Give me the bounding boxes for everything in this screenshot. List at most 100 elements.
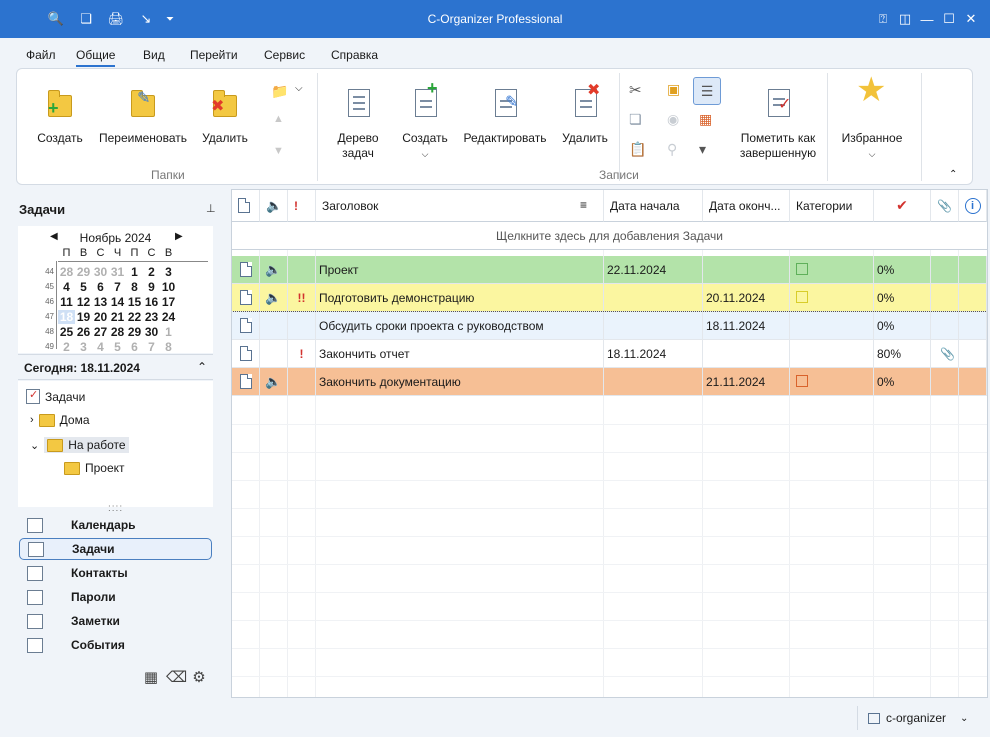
- trash-icon[interactable]: ⌫: [166, 668, 187, 686]
- calendar-day[interactable]: 7: [109, 280, 126, 294]
- copy-icon[interactable]: ❏: [629, 111, 647, 129]
- table-row[interactable]: 🔈 Закончить документацию 21.11.2024 0%: [232, 368, 987, 396]
- table-row[interactable]: ! Закончить отчет 18.11.2024 80% 📎: [232, 340, 987, 368]
- categories-icon[interactable]: ▦: [699, 111, 717, 129]
- calendar-day[interactable]: 16: [143, 295, 160, 309]
- col-info[interactable]: i: [959, 190, 987, 222]
- menu-go[interactable]: Перейти: [190, 48, 238, 62]
- calendar-day[interactable]: 31: [109, 265, 126, 279]
- gear-icon[interactable]: ⚙: [190, 668, 208, 686]
- add-task-row[interactable]: Щелкните здесь для добавления Задачи: [232, 222, 987, 250]
- col-title[interactable]: Заголовок ≡: [316, 190, 604, 222]
- tree-item-work[interactable]: ⌄ На работе: [30, 437, 129, 453]
- menu-service[interactable]: Сервис: [264, 48, 305, 62]
- calendar-day[interactable]: 29: [126, 325, 143, 339]
- calendar-day[interactable]: 14: [109, 295, 126, 309]
- calendar-day[interactable]: 11: [58, 295, 75, 309]
- menu-file[interactable]: Файл: [26, 48, 56, 62]
- filter-icon[interactable]: ≡: [580, 198, 587, 212]
- filter-icon[interactable]: ▾: [699, 141, 717, 159]
- chevron-down-icon[interactable]: ⌵: [295, 83, 313, 101]
- note-icon[interactable]: ▣: [667, 81, 685, 99]
- menu-general[interactable]: Общие: [76, 48, 116, 67]
- nav-events[interactable]: События: [19, 634, 212, 656]
- calendar-day[interactable]: 12: [75, 295, 92, 309]
- nav-passwords[interactable]: Пароли: [19, 586, 212, 608]
- calendar-day[interactable]: 4: [92, 340, 109, 354]
- tree-item-tasks[interactable]: Задачи: [26, 388, 85, 404]
- calendar-day[interactable]: 30: [143, 325, 160, 339]
- col-start-date[interactable]: Дата начала: [604, 190, 703, 222]
- maximize-icon[interactable]: ☐: [938, 9, 960, 29]
- col-priority[interactable]: !: [288, 190, 316, 222]
- calendar-day[interactable]: 2: [58, 340, 75, 354]
- account-selector[interactable]: c-organizer ⌄: [857, 706, 977, 730]
- today-bar[interactable]: Сегодня: 18.11.2024 ⌃: [18, 354, 213, 380]
- calendar-day[interactable]: 17: [160, 295, 177, 309]
- close-icon[interactable]: ✕: [960, 9, 982, 29]
- mark-complete-button[interactable]: ✓ Пометить как завершенную: [733, 79, 823, 161]
- collapse-icon[interactable]: ⌃: [197, 360, 207, 374]
- nav-tasks[interactable]: Задачи: [19, 538, 212, 560]
- calendar-day[interactable]: 20: [92, 310, 109, 324]
- collapse-ribbon-icon[interactable]: ⌃: [949, 169, 967, 187]
- calendar-day[interactable]: 1: [126, 265, 143, 279]
- calendar-day[interactable]: 21: [109, 310, 126, 324]
- calendar-day[interactable]: 18: [58, 310, 75, 324]
- calendar-day[interactable]: 29: [75, 265, 92, 279]
- create-task-button[interactable]: + Создать ⌵: [397, 79, 453, 162]
- calendar-day[interactable]: 30: [92, 265, 109, 279]
- folder-options-icon[interactable]: 📁: [271, 83, 289, 101]
- cut-icon[interactable]: ✂: [629, 81, 647, 99]
- col-attachment[interactable]: 📎: [931, 190, 959, 222]
- calendar-day[interactable]: 6: [92, 280, 109, 294]
- calendar-day[interactable]: 5: [109, 340, 126, 354]
- calendar-day[interactable]: 22: [126, 310, 143, 324]
- calendar-day[interactable]: 26: [75, 325, 92, 339]
- table-row[interactable]: 🔈!! Подготовить демонстрацию 20.11.2024 0%: [232, 284, 987, 312]
- calendar-day[interactable]: 4: [58, 280, 75, 294]
- calendar-day[interactable]: 5: [75, 280, 92, 294]
- calendar-day[interactable]: 10: [160, 280, 177, 294]
- calendar-day[interactable]: 3: [75, 340, 92, 354]
- calendar-day[interactable]: 27: [92, 325, 109, 339]
- checklist-icon[interactable]: ☰: [693, 77, 721, 105]
- calendar-day[interactable]: 23: [143, 310, 160, 324]
- col-complete[interactable]: ✔: [874, 190, 931, 222]
- help-icon[interactable]: ⍰: [872, 9, 894, 29]
- nav-calendar[interactable]: Календарь: [19, 514, 212, 536]
- task-tree-button[interactable]: Дерево задач: [331, 79, 385, 161]
- calendar-day[interactable]: 8: [160, 340, 177, 354]
- calendar-settings-icon[interactable]: ▦: [142, 668, 160, 686]
- calendar-day[interactable]: 1: [160, 325, 177, 339]
- calendar-day[interactable]: 28: [58, 265, 75, 279]
- tree-item-project[interactable]: Проект: [64, 461, 125, 475]
- rename-folder-button[interactable]: ✎ Переименовать: [95, 79, 191, 146]
- col-reminder[interactable]: 🔈: [260, 190, 288, 222]
- nav-notes[interactable]: Заметки: [19, 610, 212, 632]
- splitter-grip[interactable]: ::::: [108, 503, 123, 514]
- chevron-right-icon[interactable]: ›: [30, 414, 34, 426]
- menu-help[interactable]: Справка: [331, 48, 378, 62]
- next-month-icon[interactable]: ▶: [175, 231, 183, 242]
- col-categories[interactable]: Категории: [790, 190, 874, 222]
- calendar-day[interactable]: 9: [143, 280, 160, 294]
- col-type[interactable]: [232, 190, 260, 222]
- chevron-down-icon[interactable]: ⌄: [30, 439, 39, 452]
- delete-folder-button[interactable]: ✖ Удалить: [197, 79, 253, 146]
- calendar-day[interactable]: 2: [143, 265, 160, 279]
- tree-item-home[interactable]: › Дома: [30, 413, 90, 427]
- delete-task-button[interactable]: ✖ Удалить: [557, 79, 613, 146]
- calendar-day[interactable]: 8: [126, 280, 143, 294]
- calendar-day[interactable]: 24: [160, 310, 177, 324]
- edit-task-button[interactable]: ✎ Редактировать: [463, 79, 547, 146]
- calendar-day[interactable]: 15: [126, 295, 143, 309]
- pin-icon[interactable]: ⊥: [206, 202, 216, 215]
- col-end-date[interactable]: Дата оконч...: [703, 190, 790, 222]
- calendar-day[interactable]: 13: [92, 295, 109, 309]
- calendar-day[interactable]: 28: [109, 325, 126, 339]
- layout-icon[interactable]: ◫: [894, 9, 916, 29]
- menu-view[interactable]: Вид: [143, 48, 165, 62]
- calendar-day[interactable]: 6: [126, 340, 143, 354]
- minimize-icon[interactable]: —: [916, 9, 938, 29]
